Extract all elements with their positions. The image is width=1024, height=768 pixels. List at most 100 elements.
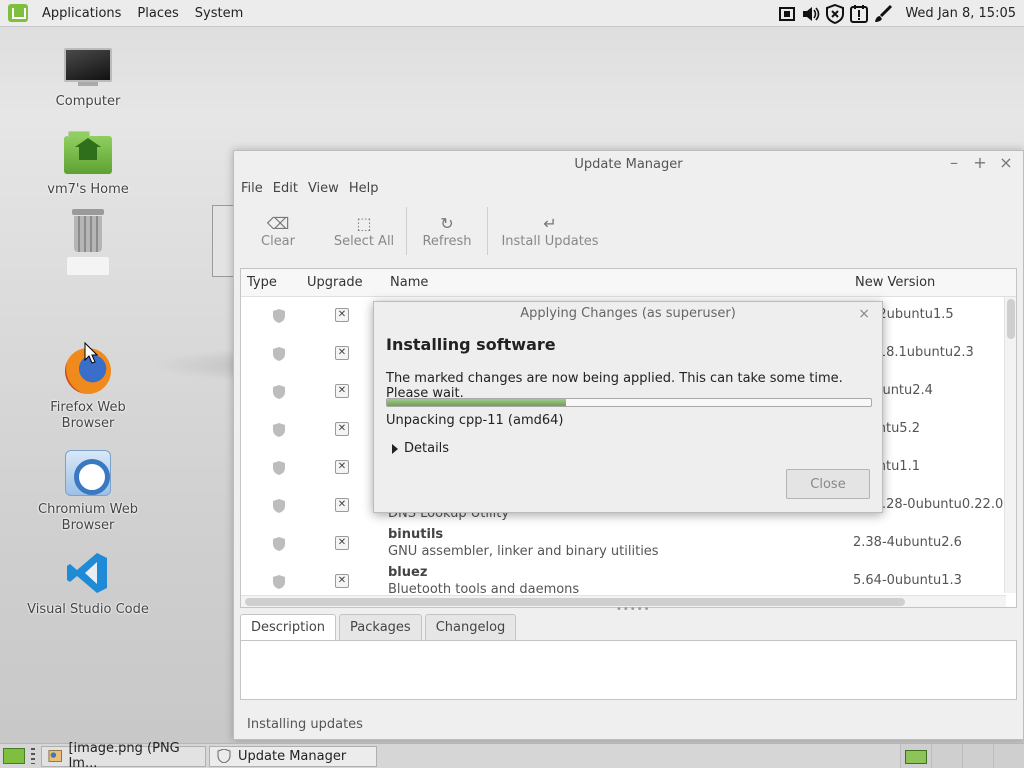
volume-icon[interactable] (801, 4, 821, 24)
desktop-icon-home[interactable]: vm7's Home (23, 131, 153, 198)
shield-icon (273, 423, 285, 437)
chromium-icon (65, 450, 111, 496)
workspace-switcher (900, 744, 1024, 768)
window-titlebar[interactable]: Update Manager – + × (234, 151, 1023, 177)
dialog-title: Applying Changes (as superuser) (520, 306, 736, 321)
scrollbar-thumb[interactable] (1007, 299, 1015, 339)
workspace-3[interactable] (962, 744, 993, 768)
desktop-icon-label: Visual Studio Code (27, 602, 149, 617)
column-type[interactable]: Type (247, 275, 277, 290)
upgrade-checkbox[interactable]: ✕ (335, 346, 349, 360)
dialog-heading: Installing software (386, 335, 556, 354)
menu-places[interactable]: Places (129, 6, 186, 21)
image-viewer-icon (48, 750, 63, 762)
pane-resize-handle[interactable]: ••••• (616, 605, 650, 615)
column-new-version[interactable]: New Version (855, 275, 935, 290)
taskbar-item-update-manager[interactable]: Update Manager (209, 745, 377, 767)
taskbar-item-label: Update Manager (238, 748, 347, 764)
menu-view[interactable]: View (303, 181, 344, 196)
background-window-edge (212, 205, 234, 277)
desktop-icon-trash[interactable] (23, 209, 153, 275)
package-version: 5.64-0ubuntu1.3 (853, 573, 962, 588)
close-window-button[interactable]: × (997, 153, 1015, 172)
package-description: GNU assembler, linker and binary utiliti… (388, 544, 659, 559)
menu-applications[interactable]: Applications (34, 6, 129, 21)
home-folder-icon (64, 131, 112, 174)
package-name: bluez (388, 565, 428, 580)
clear-label: Clear (261, 233, 295, 249)
menu-help[interactable]: Help (344, 181, 384, 196)
tab-description[interactable]: Description (240, 614, 337, 640)
vertical-scrollbar[interactable] (1004, 297, 1016, 593)
bottom-panel: [image.png (PNG Im... Update Manager (0, 741, 1024, 768)
shield-icon (217, 749, 231, 763)
paint-brush-icon[interactable] (873, 4, 893, 24)
maximize-button[interactable]: + (971, 153, 989, 172)
list-header: Type Upgrade Name New Version (241, 269, 1016, 297)
progress-fill (387, 399, 567, 406)
refresh-icon: ↻ (440, 213, 454, 233)
shield-icon (273, 309, 285, 323)
workspace-4[interactable] (993, 744, 1024, 768)
install-progress-bar (386, 398, 872, 407)
shield-icon (273, 499, 285, 513)
vscode-icon (65, 550, 111, 596)
shield-icon (273, 347, 285, 361)
column-name[interactable]: Name (390, 275, 428, 290)
notification-alert-icon[interactable] (849, 4, 869, 24)
desktop-icon-computer[interactable]: Computer (23, 48, 153, 110)
install-updates-button[interactable]: ↵ Install Updates (488, 203, 612, 259)
shield-update-icon[interactable] (825, 3, 845, 24)
upgrade-checkbox[interactable]: ✕ (335, 460, 349, 474)
shield-icon (273, 537, 285, 551)
show-desktop-icon[interactable] (3, 748, 25, 764)
shield-icon (273, 575, 285, 589)
table-row[interactable]: ✕ binutils GNU assembler, linker and bin… (241, 525, 1006, 563)
computer-icon (64, 48, 112, 88)
clear-button[interactable]: ⌫ Clear (234, 203, 322, 259)
window-title: Update Manager (574, 156, 683, 172)
select-all-button[interactable]: ⬚ Select All (322, 203, 406, 259)
package-version: 2.38-4ubuntu2.6 (853, 535, 962, 550)
network-icon[interactable] (777, 4, 797, 24)
upgrade-checkbox[interactable]: ✕ (335, 574, 349, 588)
workspace-2[interactable] (931, 744, 962, 768)
details-label: Details (404, 441, 450, 456)
dialog-close-icon[interactable]: × (858, 302, 870, 326)
desktop-icon-chromium[interactable]: Chromium Web Browser (23, 450, 153, 534)
upgrade-checkbox[interactable]: ✕ (335, 384, 349, 398)
select-all-label: Select All (333, 233, 395, 249)
taskbar-item-image-viewer[interactable]: [image.png (PNG Im... (41, 741, 206, 768)
refresh-label: Refresh (422, 233, 472, 249)
clear-icon: ⌫ (266, 213, 290, 233)
clock[interactable]: Wed Jan 8, 15:05 (905, 6, 1016, 21)
install-icon: ↵ (543, 213, 557, 233)
toolbar: ⌫ Clear ⬚ Select All ↻ Refresh ↵ Install… (234, 203, 1023, 259)
panel-handle[interactable] (31, 748, 35, 764)
menu-edit[interactable]: Edit (268, 181, 303, 196)
menubar: File Edit View Help (234, 177, 1023, 199)
close-button[interactable]: Close (786, 469, 870, 499)
minimize-button[interactable]: – (945, 153, 963, 172)
desktop-icon-label (67, 257, 109, 275)
tab-changelog[interactable]: Changelog (424, 614, 517, 640)
mouse-cursor-icon (84, 342, 98, 364)
upgrade-checkbox[interactable]: ✕ (335, 422, 349, 436)
tab-packages[interactable]: Packages (339, 614, 422, 640)
menu-file[interactable]: File (236, 181, 268, 196)
details-expander[interactable]: Details (392, 441, 449, 456)
workspace-1[interactable] (900, 744, 931, 768)
dialog-titlebar[interactable]: Applying Changes (as superuser) × (374, 302, 882, 326)
desktop-icon-label: Chromium Web Browser (38, 502, 138, 533)
menu-system[interactable]: System (187, 6, 251, 21)
status-text: Installing updates (247, 717, 363, 732)
upgrade-checkbox[interactable]: ✕ (335, 536, 349, 550)
desktop-icon-vscode[interactable]: Visual Studio Code (23, 550, 153, 618)
upgrade-checkbox[interactable]: ✕ (335, 498, 349, 512)
mint-menu-icon[interactable] (8, 4, 28, 22)
scrollbar-thumb[interactable] (245, 598, 905, 606)
progress-status: Unpacking cpp-11 (amd64) (386, 413, 564, 428)
column-upgrade[interactable]: Upgrade (307, 275, 363, 290)
upgrade-checkbox[interactable]: ✕ (335, 308, 349, 322)
refresh-button[interactable]: ↻ Refresh (407, 203, 487, 259)
